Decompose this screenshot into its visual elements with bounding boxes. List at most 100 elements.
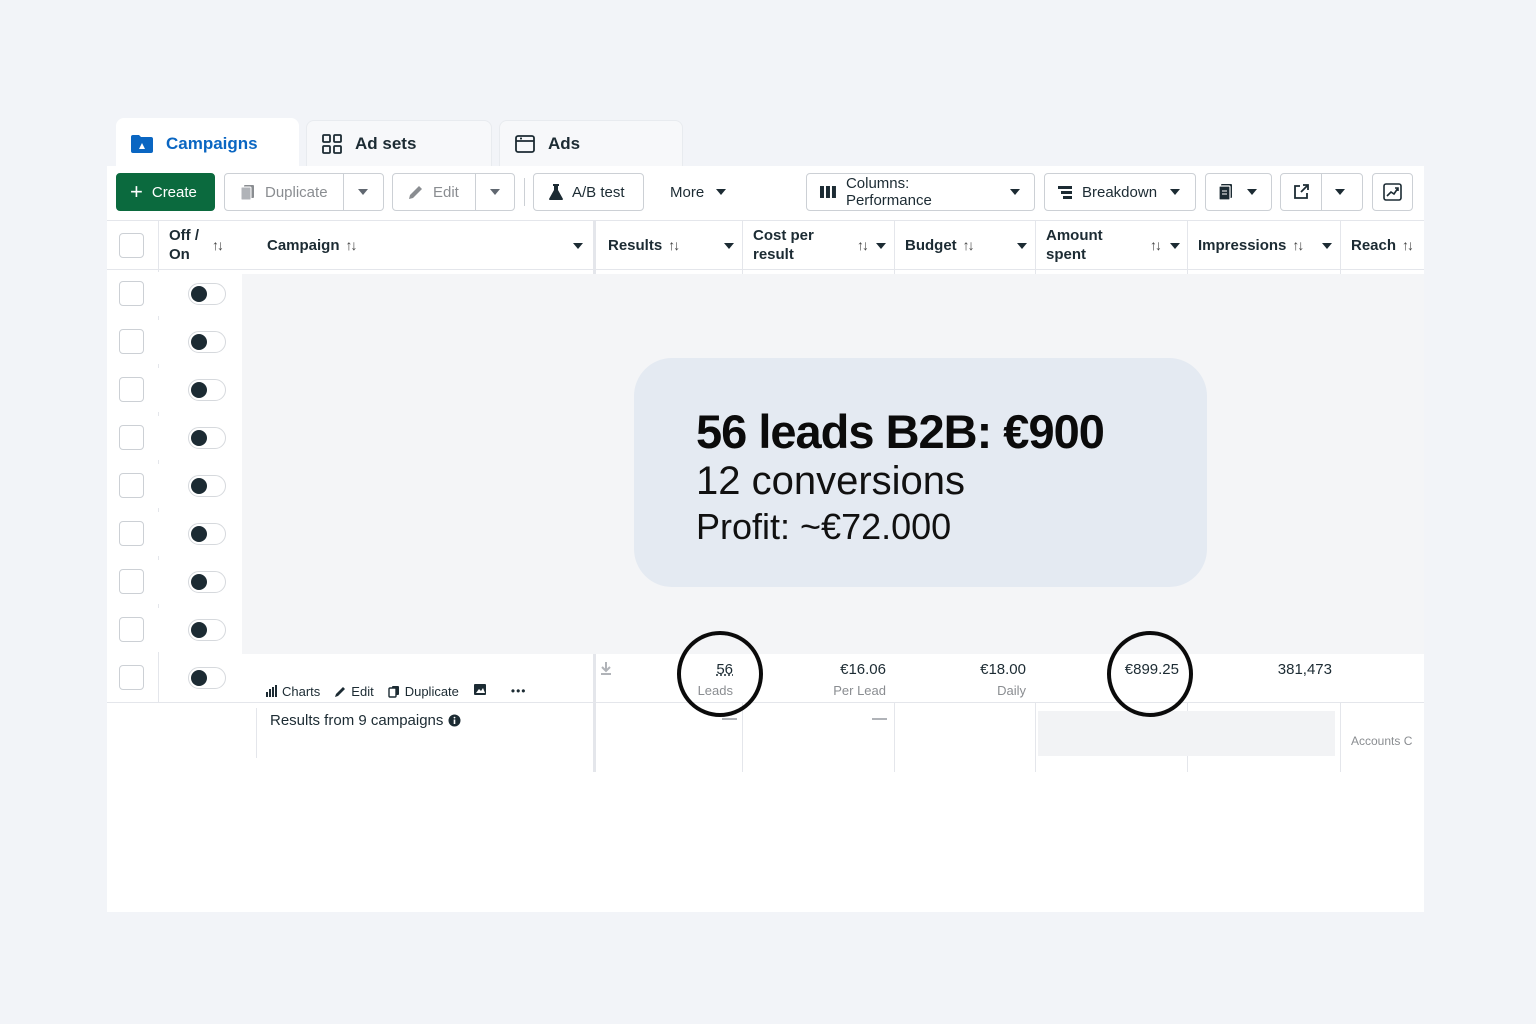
callout-conversions: 12 conversions — [696, 459, 966, 503]
sort-icon[interactable]: ↑↓ — [1292, 236, 1304, 255]
edit-button-group[interactable]: Edit — [392, 173, 515, 211]
chevron-down-icon[interactable] — [573, 243, 583, 249]
export-button-group[interactable] — [1280, 173, 1363, 211]
duplicate-dropdown[interactable] — [343, 174, 382, 210]
column-results[interactable]: Results ↑↓ — [608, 221, 738, 269]
info-icon[interactable] — [448, 714, 461, 727]
col-results-label: Results — [608, 236, 663, 254]
campaign-toggle[interactable] — [188, 331, 226, 353]
export-button[interactable] — [1281, 174, 1321, 210]
edit-button[interactable]: Edit — [393, 174, 475, 210]
summary-reach-note: Accounts C — [1351, 734, 1413, 748]
callout-profit: Profit: ~€72.000 — [696, 506, 952, 547]
row-checkbox[interactable] — [119, 329, 144, 354]
duplicate-icon — [388, 685, 399, 698]
column-cost-per-result[interactable]: Cost per result ↑↓ — [753, 221, 888, 269]
duplicate-action[interactable]: Duplicate — [388, 684, 459, 699]
ad-window-icon — [515, 134, 535, 153]
more-button[interactable]: More — [655, 173, 741, 211]
chevron-down-icon[interactable] — [1322, 243, 1332, 249]
sort-icon[interactable]: ↑↓ — [857, 236, 869, 255]
row-checkbox[interactable] — [119, 617, 144, 642]
row-checkbox[interactable] — [119, 281, 144, 306]
campaign-toggle[interactable] — [188, 571, 226, 593]
select-all-checkbox[interactable] — [119, 233, 144, 258]
campaign-toggle[interactable] — [188, 475, 226, 497]
row-checkbox[interactable] — [119, 425, 144, 450]
sort-icon[interactable]: ↑↓ — [212, 236, 224, 255]
bar-chart-icon — [266, 685, 277, 697]
download-icon[interactable] — [599, 661, 613, 675]
campaign-toggle[interactable] — [188, 427, 226, 449]
duplicate-button-group[interactable]: Duplicate — [224, 173, 384, 211]
ab-test-label: A/B test — [572, 183, 625, 201]
sort-icon[interactable]: ↑↓ — [963, 236, 975, 255]
chevron-down-icon[interactable] — [876, 243, 886, 249]
col-reach-label: Reach — [1351, 236, 1397, 254]
flask-icon — [549, 184, 563, 200]
sort-icon[interactable]: ↑↓ — [668, 236, 680, 255]
campaign-toggle[interactable] — [188, 283, 226, 305]
edit-action-label: Edit — [351, 683, 374, 699]
image-action[interactable] — [473, 683, 487, 699]
column-impressions[interactable]: Impressions ↑↓ — [1198, 221, 1333, 269]
chevron-down-icon[interactable] — [1017, 243, 1027, 249]
column-reach[interactable]: Reach ↑↓ — [1351, 221, 1424, 269]
row-checkbox[interactable] — [119, 473, 144, 498]
column-campaign[interactable]: Campaign ↑↓ — [267, 221, 593, 269]
row-checkbox[interactable] — [119, 521, 144, 546]
row-checkbox[interactable] — [119, 569, 144, 594]
column-amount-spent[interactable]: Amount spent ↑↓ — [1046, 221, 1181, 269]
tab-ads[interactable]: Ads — [499, 120, 683, 166]
campaign-toggle[interactable] — [188, 379, 226, 401]
callout-headline: 56 leads B2B: €900 — [696, 405, 1105, 458]
more-label: More — [670, 183, 705, 201]
column-off-on[interactable]: Off / On ↑↓ — [169, 221, 239, 269]
breakdown-button[interactable]: Breakdown — [1044, 173, 1196, 211]
campaign-toggle[interactable] — [188, 523, 226, 545]
charts-action[interactable]: Charts — [265, 684, 320, 699]
sort-icon[interactable]: ↑↓ — [346, 236, 358, 255]
cost-per-result-value: €16.06 — [840, 661, 886, 678]
columns-label: Columns: Performance — [845, 175, 932, 209]
column-divider — [256, 708, 257, 758]
breakdown-icon — [1058, 186, 1072, 199]
campaign-toggle[interactable] — [188, 667, 226, 689]
budget-value[interactable]: €18.00 — [927, 661, 1026, 678]
reports-button[interactable] — [1205, 173, 1272, 211]
sort-icon[interactable]: ↑↓ — [1402, 236, 1414, 255]
chevron-down-icon[interactable] — [724, 243, 734, 249]
col-budget-label: Budget — [905, 236, 957, 254]
summary-cost-dash: — — [872, 710, 887, 727]
sort-icon[interactable]: ↑↓ — [1150, 236, 1162, 255]
columns-button[interactable]: Columns: Performance — [806, 173, 1035, 211]
create-button[interactable]: + Create — [116, 173, 215, 211]
chevron-down-icon — [1170, 189, 1181, 195]
col-amount-line2: spent — [1046, 246, 1087, 263]
folder-icon — [131, 135, 153, 153]
export-icon — [1294, 184, 1309, 199]
results-callout: 56 leads B2B: €900 12 conversions Profit… — [634, 358, 1207, 587]
chevron-down-icon[interactable] — [1170, 243, 1180, 249]
ab-test-button[interactable]: A/B test — [533, 173, 644, 211]
duplicate-button[interactable]: Duplicate — [225, 174, 343, 210]
edit-dropdown[interactable] — [475, 174, 514, 210]
edit-label: Edit — [433, 183, 459, 201]
edit-action[interactable]: Edit — [334, 683, 374, 699]
tab-campaigns[interactable]: Campaigns — [116, 118, 299, 170]
grid-icon — [322, 133, 342, 154]
row-checkbox[interactable] — [119, 377, 144, 402]
duplicate-icon — [240, 185, 254, 201]
chevron-down-icon — [490, 189, 500, 195]
row-checkbox[interactable] — [119, 665, 144, 690]
chevron-down-icon — [1335, 189, 1345, 195]
column-budget[interactable]: Budget ↑↓ — [905, 221, 1031, 269]
breakdown-label: Breakdown — [1082, 183, 1158, 201]
campaign-toggle[interactable] — [188, 619, 226, 641]
charts-toggle-button[interactable] — [1372, 173, 1413, 211]
chevron-down-icon — [716, 189, 727, 195]
more-actions-icon[interactable]: ••• — [511, 684, 527, 698]
col-amount-line1: Amount — [1046, 227, 1103, 244]
export-dropdown[interactable] — [1321, 174, 1358, 210]
tab-ad-sets[interactable]: Ad sets — [306, 120, 492, 166]
